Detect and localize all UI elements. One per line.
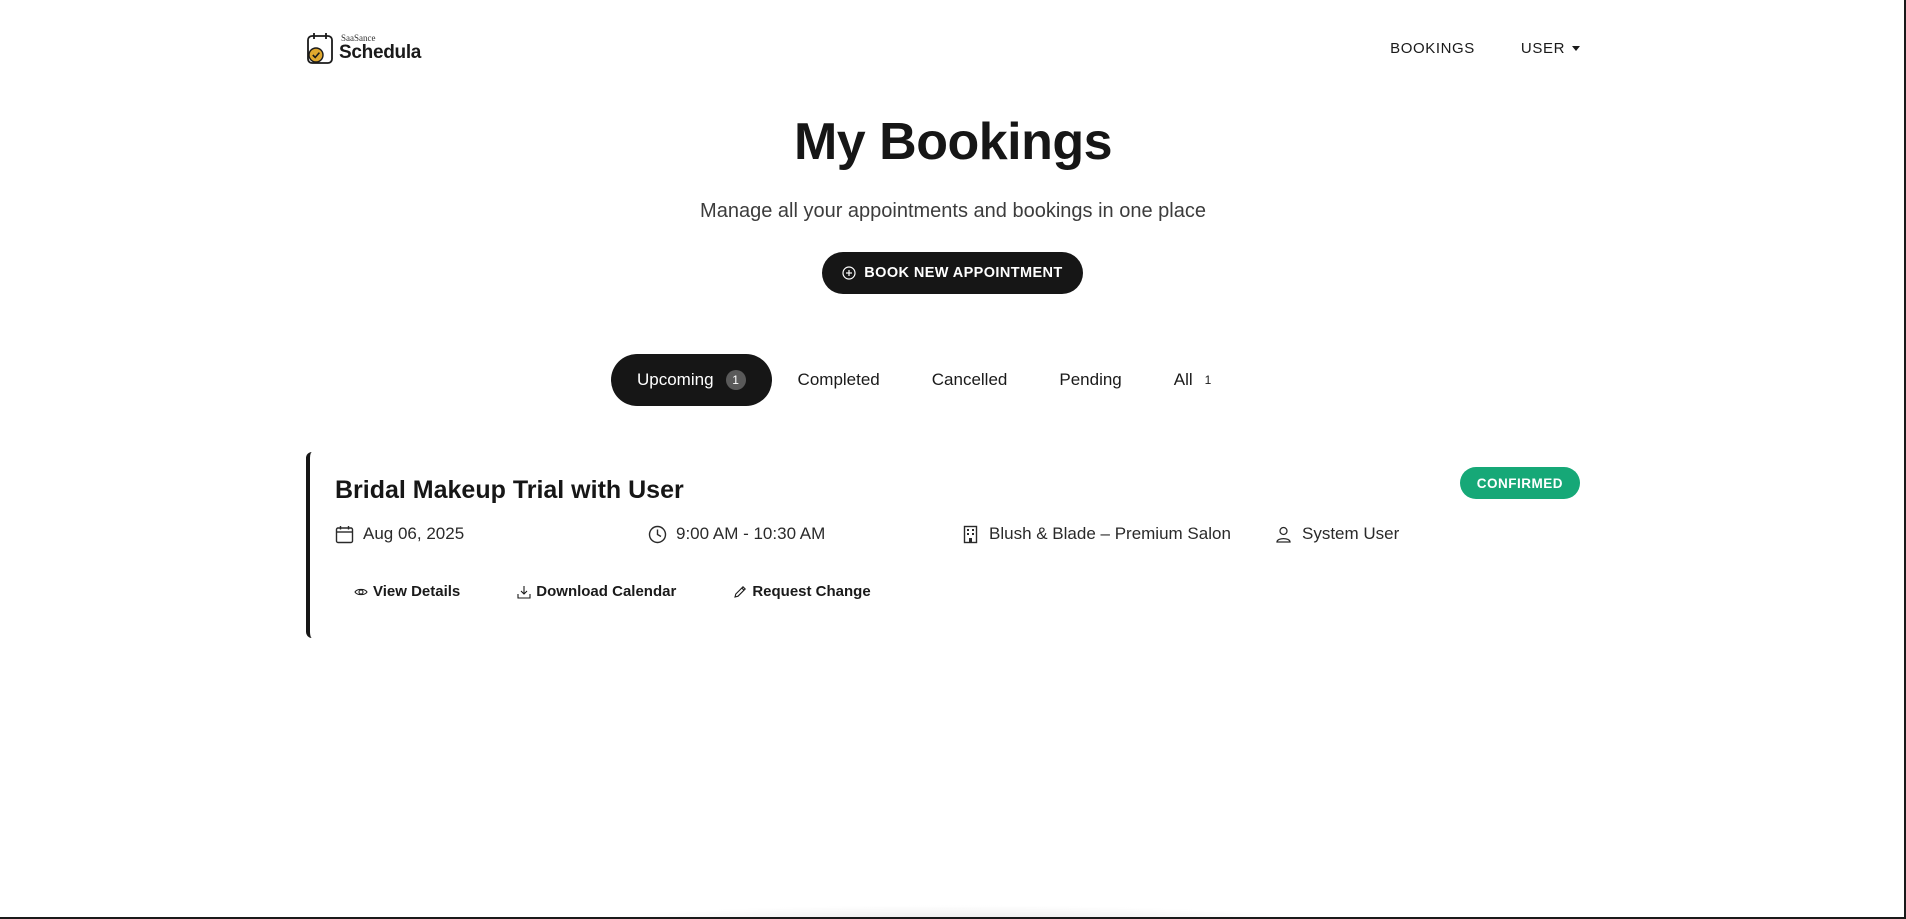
book-new-appointment-label: BOOK NEW APPOINTMENT (864, 265, 1063, 281)
booking-time: 9:00 AM - 10:30 AM (648, 524, 825, 544)
request-change-label: Request Change (752, 583, 871, 600)
tab-cancelled-label: Cancelled (931, 370, 1008, 389)
building-icon (963, 525, 978, 543)
logo-brand-text: Schedula (339, 42, 422, 63)
booking-status-tabs: Upcoming 1 Completed Cancelled Pending A… (611, 354, 1237, 406)
nav-bookings-link[interactable]: BOOKINGS (1390, 40, 1475, 57)
booking-title: Bridal Makeup Trial with User (335, 476, 684, 504)
tab-upcoming-label: Upcoming (637, 370, 714, 389)
booking-actions: View Details Download Calendar Request C… (354, 583, 871, 600)
booking-date: Aug 06, 2025 (335, 524, 464, 544)
tab-all-label: All (1173, 370, 1193, 389)
status-badge: CONFIRMED (1459, 467, 1580, 499)
calendar-icon (335, 525, 354, 543)
logo-text: SaaSance Schedula (339, 34, 422, 63)
plus-circle-icon (842, 266, 856, 280)
bottom-shadow (560, 905, 1350, 919)
pencil-icon (734, 585, 747, 598)
request-change-button[interactable]: Request Change (733, 583, 871, 600)
download-calendar-label: Download Calendar (536, 583, 677, 600)
tab-upcoming-count: 1 (725, 370, 746, 390)
calendar-check-logo-icon (307, 33, 333, 64)
booking-location-text: Blush & Blade – Premium Salon (989, 524, 1231, 543)
eye-icon (354, 588, 368, 595)
booking-date-text: Aug 06, 2025 (363, 524, 465, 543)
page-subtitle: Manage all your appointments and booking… (700, 200, 1206, 222)
logo[interactable]: SaaSance Schedula (306, 30, 421, 66)
tab-upcoming[interactable]: Upcoming 1 (611, 354, 772, 406)
tab-completed[interactable]: Completed (772, 354, 906, 406)
top-header: SaaSance Schedula BOOKINGS USER (306, 26, 1580, 70)
tab-pending[interactable]: Pending (1033, 354, 1147, 406)
tab-all-count: 1 (1204, 373, 1212, 387)
download-calendar-button[interactable]: Download Calendar (517, 583, 676, 600)
main-nav: BOOKINGS USER (1390, 40, 1580, 57)
tab-cancelled[interactable]: Cancelled (906, 354, 1034, 406)
download-icon (517, 585, 531, 599)
user-menu-label: USER (1520, 39, 1565, 57)
tab-pending-label: Pending (1059, 370, 1122, 389)
tab-completed-label: Completed (797, 370, 880, 389)
view-details-button[interactable]: View Details (354, 583, 460, 600)
caret-down-icon (1572, 45, 1580, 51)
user-menu-dropdown[interactable]: USER (1521, 40, 1580, 57)
booking-time-text: 9:00 AM - 10:30 AM (676, 524, 826, 543)
person-icon (1276, 526, 1291, 543)
clock-icon (648, 525, 667, 543)
booking-location: Blush & Blade – Premium Salon (961, 524, 1231, 544)
tab-all[interactable]: All 1 (1148, 354, 1238, 406)
booking-staff-text: System User (1302, 524, 1400, 543)
page-title: My Bookings (793, 113, 1113, 171)
view-details-label: View Details (373, 583, 461, 600)
book-new-appointment-button[interactable]: BOOK NEW APPOINTMENT (822, 252, 1083, 294)
booking-staff: System User (1274, 524, 1399, 544)
booking-card: Bridal Makeup Trial with User CONFIRMED … (306, 452, 1580, 638)
